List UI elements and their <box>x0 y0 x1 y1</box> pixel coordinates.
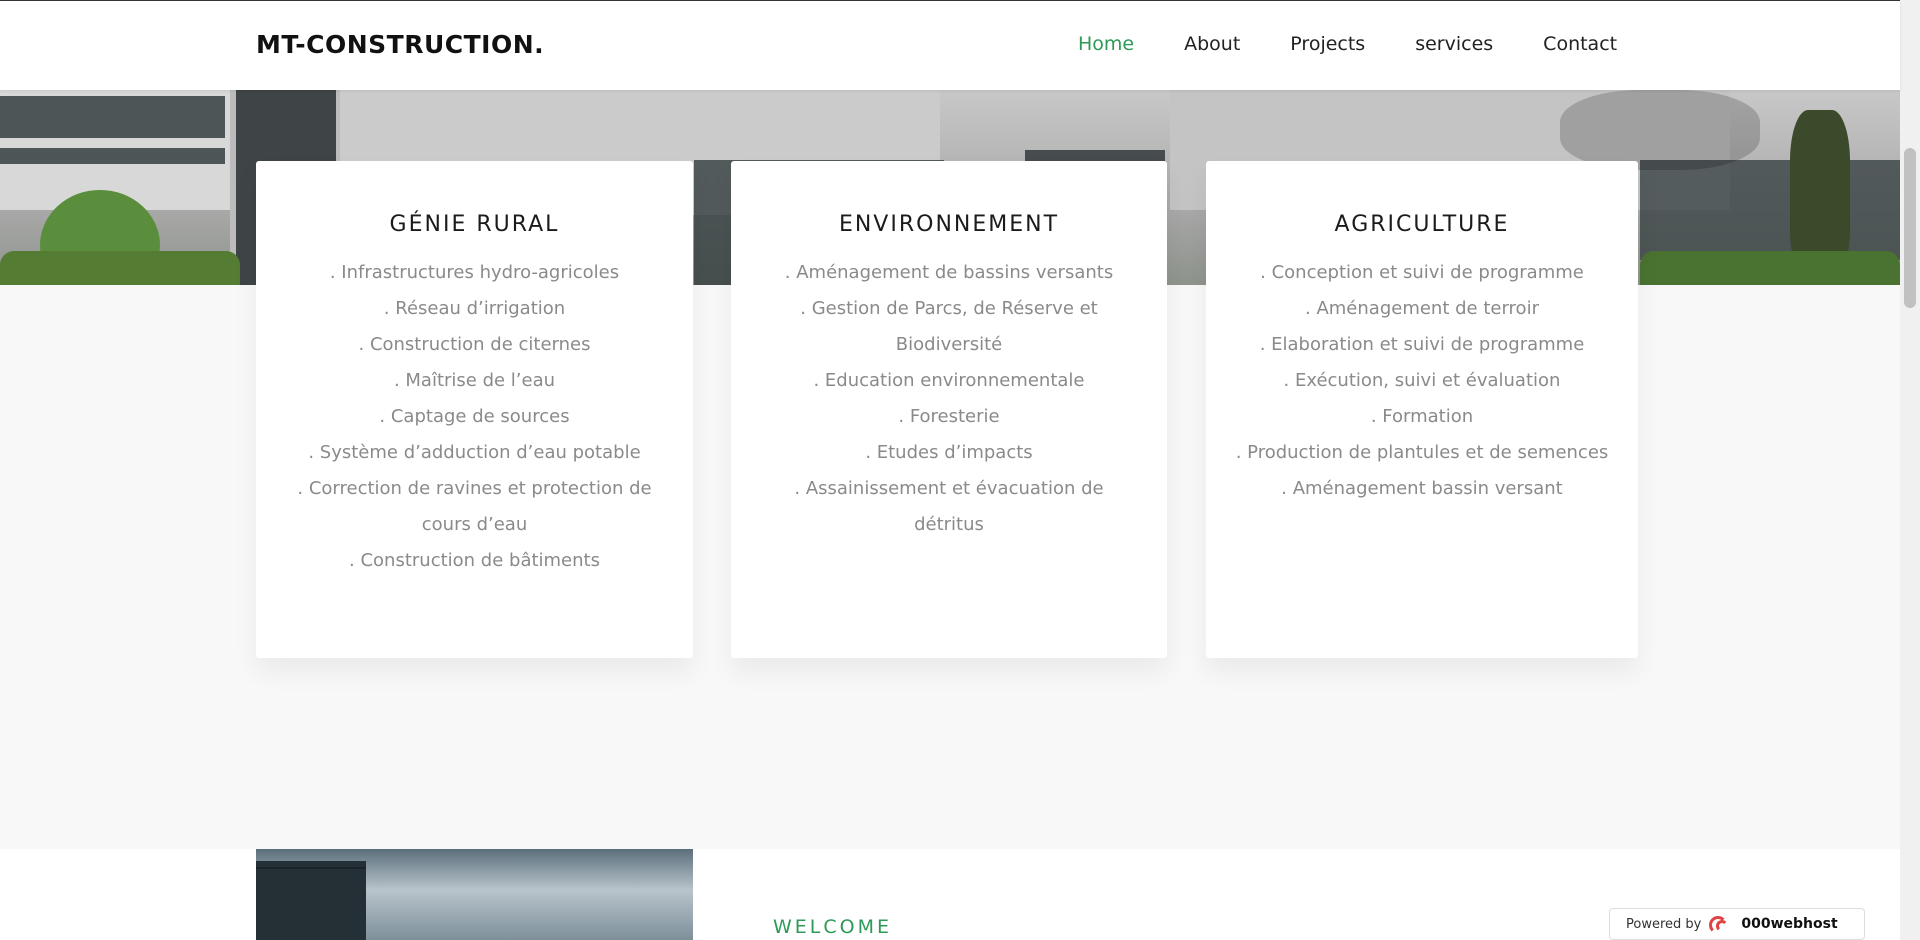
list-item: . Exécution, suivi et évaluation <box>1283 370 1561 391</box>
nav-link-home[interactable]: Home <box>1078 33 1134 55</box>
list-item: . Gestion de Parcs, de Réserve et Biodiv… <box>800 298 1098 355</box>
list-item: . Construction de citernes <box>358 334 591 355</box>
list-item: . Etudes d’impacts <box>865 442 1033 463</box>
card-title: AGRICULTURE <box>1334 212 1510 237</box>
nav-link-about[interactable]: About <box>1184 33 1240 55</box>
nav-link-contact[interactable]: Contact <box>1543 33 1617 55</box>
nav-link-projects[interactable]: Projects <box>1290 33 1365 55</box>
welcome-image <box>256 849 693 940</box>
list-item: . Construction de bâtiments <box>349 550 600 571</box>
scrollbar-thumb[interactable] <box>1904 148 1916 308</box>
list-item: . Education environnementale <box>813 370 1085 391</box>
list-item: . Conception et suivi de programme <box>1260 262 1584 283</box>
service-card-agriculture: AGRICULTURE . Conception et suivi de pro… <box>1206 161 1638 658</box>
list-item: . Production de plantules et de semences <box>1235 442 1609 463</box>
list-item: . Aménagement de terroir <box>1305 298 1539 319</box>
list-item: . Assainissement et évacuation de détrit… <box>794 478 1104 535</box>
card-list: . Conception et suivi de programme . Amé… <box>1206 255 1638 507</box>
list-item: . Foresterie <box>898 406 1000 427</box>
list-item: . Elaboration et suivi de programme <box>1259 334 1585 355</box>
service-card-genie-rural: GÉNIE RURAL . Infrastructures hydro-agri… <box>256 161 693 658</box>
list-item: . Système d’adduction d’eau potable <box>308 442 641 463</box>
card-title: ENVIRONNEMENT <box>838 212 1060 237</box>
site-logo[interactable]: MT-CONSTRUCTION. <box>256 30 544 59</box>
list-item: . Aménagement de bassins versants <box>784 262 1114 283</box>
page-scrollbar[interactable] <box>1900 0 1920 940</box>
main-nav: Home About Projects services Contact <box>1078 33 1667 55</box>
card-title: GÉNIE RURAL <box>389 212 560 237</box>
nav-link-services[interactable]: services <box>1415 33 1493 55</box>
list-item: . Réseau d’irrigation <box>383 298 566 319</box>
list-item: . Maîtrise de l’eau <box>393 370 556 391</box>
powered-by-badge[interactable]: Powered by 000webhost <box>1609 908 1865 940</box>
list-item: . Correction de ravines et protection de… <box>297 478 652 535</box>
powered-by-text: Powered by <box>1626 916 1702 932</box>
card-list: . Aménagement de bassins versants . Gest… <box>731 255 1167 543</box>
welcome-label: WELCOME <box>773 916 892 938</box>
000webhost-logo-icon <box>1709 914 1735 934</box>
service-card-environnement: ENVIRONNEMENT . Aménagement de bassins v… <box>731 161 1167 658</box>
powered-by-host: 000webhost <box>1741 916 1838 932</box>
card-list: . Infrastructures hydro-agricoles . Rése… <box>256 255 693 579</box>
list-item: . Infrastructures hydro-agricoles <box>329 262 620 283</box>
list-item: . Formation <box>1370 406 1474 427</box>
list-item: . Aménagement bassin versant <box>1281 478 1563 499</box>
top-navbar: MT-CONSTRUCTION. Home About Projects ser… <box>0 0 1900 90</box>
list-item: . Captage de sources <box>379 406 570 427</box>
